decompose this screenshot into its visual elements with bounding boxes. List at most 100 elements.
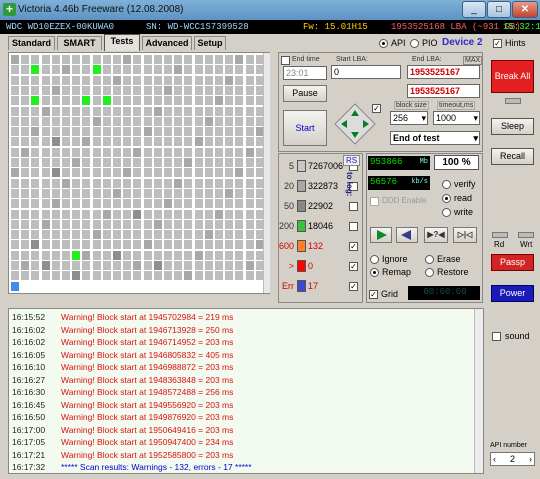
surface-block <box>174 240 183 250</box>
surface-block <box>51 96 60 106</box>
erase-radio[interactable] <box>425 255 434 264</box>
api-number-stepper[interactable]: ‹ 2 › <box>490 452 535 466</box>
surface-block <box>143 96 152 106</box>
surface-block <box>153 209 162 219</box>
surface-block <box>143 65 152 75</box>
surface-block <box>113 240 121 250</box>
rd-label: Rd <box>494 240 505 249</box>
read-radio[interactable] <box>442 194 451 203</box>
log-time: 16:16:10 <box>12 362 46 372</box>
surface-block <box>184 219 193 229</box>
surface-block <box>11 209 19 219</box>
surface-block <box>123 96 132 106</box>
surface-block <box>143 75 152 85</box>
surface-block <box>41 271 50 281</box>
log-time: 16:17:32 <box>12 462 46 472</box>
surface-block <box>174 209 183 219</box>
to-log-label: to log: <box>345 172 354 197</box>
passp-button[interactable]: Passp <box>491 254 534 271</box>
block-size-select[interactable]: 256 ▾ <box>390 111 428 125</box>
surface-block <box>113 199 121 209</box>
stat-log-checkbox[interactable]: ✓ <box>349 282 358 291</box>
api-radio[interactable] <box>379 39 388 48</box>
surface-block <box>143 85 152 95</box>
sleep-button[interactable]: Sleep <box>491 118 534 135</box>
stat-log-checkbox[interactable] <box>349 222 358 231</box>
surface-block <box>215 55 223 64</box>
rs-button[interactable]: RS <box>343 155 361 166</box>
goto-end-button[interactable]: ▷|◁ <box>453 227 477 243</box>
start-button[interactable]: Start <box>283 110 327 146</box>
surface-block <box>41 158 50 167</box>
tab-advanced[interactable]: Advanced <box>142 36 192 50</box>
surface-block <box>123 116 132 126</box>
surface-block <box>204 250 213 260</box>
surface-block <box>194 261 203 270</box>
verify-radio[interactable] <box>442 180 451 189</box>
drive-info-bar: WDC WD10EZEX-00KUWA0 SN: WD-WCC1S7399528… <box>0 20 540 34</box>
grid-checkbox[interactable]: ✓ <box>369 290 378 299</box>
sound-checkbox[interactable] <box>492 332 501 341</box>
surface-block <box>225 75 234 85</box>
stat-log-checkbox[interactable]: ✓ <box>349 242 358 251</box>
timeout-select[interactable]: 1000 ▾ <box>433 111 480 125</box>
minimize-button[interactable]: _ <box>462 1 486 18</box>
back-button[interactable] <box>396 227 418 243</box>
tab-standard[interactable]: Standard <box>8 36 55 50</box>
grid-scrollbar[interactable] <box>263 53 270 293</box>
surface-block <box>51 75 60 85</box>
decrement-icon[interactable]: ‹ <box>493 453 496 465</box>
increment-icon[interactable]: › <box>529 453 532 465</box>
power-button[interactable]: Power <box>491 285 534 302</box>
surface-block <box>51 250 60 260</box>
max-button[interactable]: MAX <box>463 56 483 65</box>
pio-radio[interactable] <box>410 39 419 48</box>
close-button[interactable]: ✕ <box>512 1 538 18</box>
ddd-checkbox[interactable] <box>370 197 379 206</box>
end-time-field[interactable]: 23:01 <box>283 66 327 80</box>
tab-smart[interactable]: SMART <box>57 36 102 50</box>
surface-block <box>184 230 193 240</box>
write-radio[interactable] <box>442 208 451 217</box>
surface-block <box>133 188 142 198</box>
surface-block <box>194 240 203 250</box>
hints-checkbox[interactable]: ✓ <box>493 39 502 48</box>
surface-block <box>31 158 40 167</box>
maximize-button[interactable]: □ <box>487 1 511 18</box>
end-action-select[interactable]: End of test ▾ <box>390 131 480 145</box>
remap-radio[interactable] <box>370 268 379 277</box>
pad-checkbox[interactable]: ✓ <box>372 104 381 113</box>
end-time-checkbox[interactable] <box>281 56 290 65</box>
surface-block <box>21 178 30 188</box>
surface-block <box>194 250 203 260</box>
end-lba-field[interactable]: 1953525167 <box>407 65 480 79</box>
surface-block <box>62 209 70 219</box>
surface-block <box>174 65 183 75</box>
surface-block <box>143 261 152 270</box>
surface-block <box>153 106 162 116</box>
surface-block <box>123 188 132 198</box>
tab-tests[interactable]: Tests <box>104 34 140 51</box>
window-title: Victoria 4.46b Freeware (12.08.2008) <box>18 4 184 15</box>
skip-unknown-button[interactable]: ▶?◀ <box>424 227 448 243</box>
surface-block <box>133 158 142 167</box>
current-lba-field[interactable]: 1953525167 <box>407 84 480 98</box>
break-all-button[interactable]: Break All <box>491 60 534 93</box>
ignore-radio[interactable] <box>370 255 379 264</box>
surface-block <box>245 85 254 95</box>
start-lba-field[interactable]: 0 <box>331 65 401 79</box>
surface-block <box>204 188 213 198</box>
tab-setup[interactable]: Setup <box>194 36 226 50</box>
surface-block <box>51 240 60 250</box>
surface-block <box>164 158 172 167</box>
log-scrollbar[interactable] <box>474 309 483 473</box>
play-button[interactable] <box>370 227 392 243</box>
surface-block <box>194 199 203 209</box>
pause-button[interactable]: Pause <box>283 85 327 102</box>
surface-block <box>174 96 183 106</box>
recall-button[interactable]: Recall <box>491 148 534 165</box>
stat-log-checkbox[interactable] <box>349 202 358 211</box>
stat-log-checkbox[interactable]: ✓ <box>349 262 358 271</box>
restore-radio[interactable] <box>425 268 434 277</box>
surface-block <box>11 178 19 188</box>
